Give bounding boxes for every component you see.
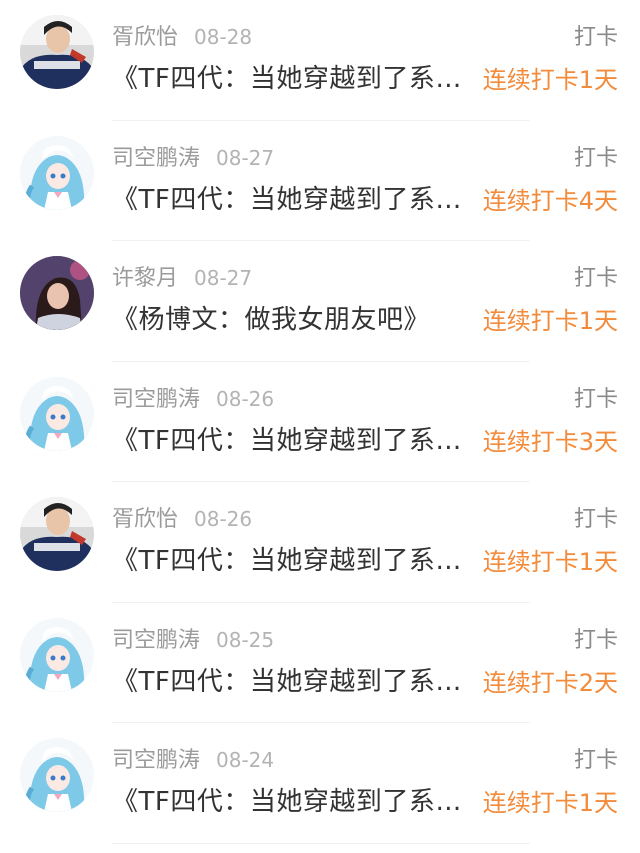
list-item[interactable]: 司空鹏涛 08-26 打卡 《TF四代：当她穿越到了系统世界》 连续打卡3天 <box>0 362 640 482</box>
avatar[interactable] <box>20 15 94 89</box>
streak-count: 连续打卡4天 <box>482 186 618 215</box>
post-date: 08-26 <box>194 507 253 531</box>
avatar[interactable] <box>20 738 94 812</box>
list-item[interactable]: 司空鹏涛 08-27 打卡 《TF四代：当她穿越到了系统世界》 连续打卡4天 <box>0 121 640 241</box>
post-date: 08-27 <box>216 145 275 170</box>
anime-girl-avatar-icon <box>20 617 94 692</box>
checkin-list: 胥欣怡 08-28 打卡 《TF四代：当她穿越到了系统世界》 连续打卡1天 司空鹏… <box>0 0 640 853</box>
anime-girl-avatar-icon <box>20 738 94 812</box>
book-title[interactable]: 《TF四代：当她穿越到了系统世界》 <box>112 420 468 457</box>
post-date: 08-26 <box>216 386 275 411</box>
user-name[interactable]: 司空鹏涛 08-24 <box>112 742 274 774</box>
boy-hoodie-avatar-icon <box>20 497 94 571</box>
checkin-action: 打卡 <box>573 25 618 50</box>
user-name[interactable]: 胥欣怡 08-26 <box>112 501 252 533</box>
list-item[interactable]: 司空鹏涛 08-24 打卡 《TF四代：当她穿越到了系统世界》 连续打卡1天 <box>0 723 640 844</box>
user-name[interactable]: 许黎月 08-27 <box>112 260 252 292</box>
list-item[interactable]: 许黎月 08-27 打卡 《杨博文：做我女朋友吧》 连续打卡1天 <box>0 241 640 362</box>
avatar[interactable] <box>20 376 94 451</box>
book-title[interactable]: 《杨博文：做我女朋友吧》 <box>112 299 468 336</box>
user-name[interactable]: 胥欣怡 08-28 <box>112 19 252 51</box>
streak-count: 连续打卡1天 <box>482 307 618 335</box>
user-name-text: 胥欣怡 <box>112 25 179 50</box>
book-title[interactable]: 《TF四代：当她穿越到了系统世界》 <box>112 661 468 698</box>
user-name-text: 胥欣怡 <box>112 507 179 532</box>
user-name-text: 司空鹏涛 <box>112 386 201 412</box>
checkin-action: 打卡 <box>573 266 618 291</box>
avatar[interactable] <box>20 617 94 692</box>
streak-count: 连续打卡2天 <box>482 668 618 697</box>
list-item[interactable]: 司空鹏涛 08-25 打卡 《TF四代：当她穿越到了系统世界》 连续打卡2天 <box>0 603 640 723</box>
checkin-action: 打卡 <box>573 748 618 773</box>
avatar[interactable] <box>20 256 94 330</box>
checkin-action: 打卡 <box>573 627 618 653</box>
post-date: 08-27 <box>194 266 253 290</box>
checkin-action: 打卡 <box>573 145 618 171</box>
streak-count: 连续打卡1天 <box>482 66 618 94</box>
book-title[interactable]: 《TF四代：当她穿越到了系统世界》 <box>112 58 468 95</box>
post-date: 08-28 <box>194 25 253 49</box>
checkin-action: 打卡 <box>573 507 618 532</box>
user-name[interactable]: 司空鹏涛 08-27 <box>112 140 274 172</box>
boy-hoodie-avatar-icon <box>20 15 94 89</box>
user-name[interactable]: 司空鹏涛 08-26 <box>112 381 274 413</box>
list-item[interactable]: 胥欣怡 08-26 打卡 《TF四代：当她穿越到了系统世界》 连续打卡1天 <box>0 482 640 603</box>
user-name-text: 司空鹏涛 <box>112 748 201 773</box>
user-name-text: 司空鹏涛 <box>112 627 201 653</box>
anime-girl-avatar-icon <box>20 135 94 210</box>
streak-count: 连续打卡1天 <box>482 548 618 576</box>
avatar[interactable] <box>20 135 94 210</box>
post-date: 08-25 <box>216 627 275 652</box>
book-title[interactable]: 《TF四代：当她穿越到了系统世界》 <box>112 179 468 216</box>
list-item[interactable]: 胥欣怡 08-28 打卡 《TF四代：当她穿越到了系统世界》 连续打卡1天 <box>0 0 640 121</box>
divider <box>112 842 530 844</box>
checkin-action: 打卡 <box>573 386 618 412</box>
streak-count: 连续打卡1天 <box>482 789 618 817</box>
avatar[interactable] <box>20 497 94 571</box>
post-date: 08-24 <box>216 748 275 772</box>
user-name-text: 许黎月 <box>112 266 179 291</box>
user-name-text: 司空鹏涛 <box>112 145 201 171</box>
photo-girl-avatar-icon <box>20 256 94 330</box>
streak-count: 连续打卡3天 <box>482 427 618 456</box>
user-name[interactable]: 司空鹏涛 08-25 <box>112 622 274 654</box>
book-title[interactable]: 《TF四代：当她穿越到了系统世界》 <box>112 781 468 818</box>
book-title[interactable]: 《TF四代：当她穿越到了系统世界》 <box>112 540 468 577</box>
anime-girl-avatar-icon <box>20 376 94 451</box>
